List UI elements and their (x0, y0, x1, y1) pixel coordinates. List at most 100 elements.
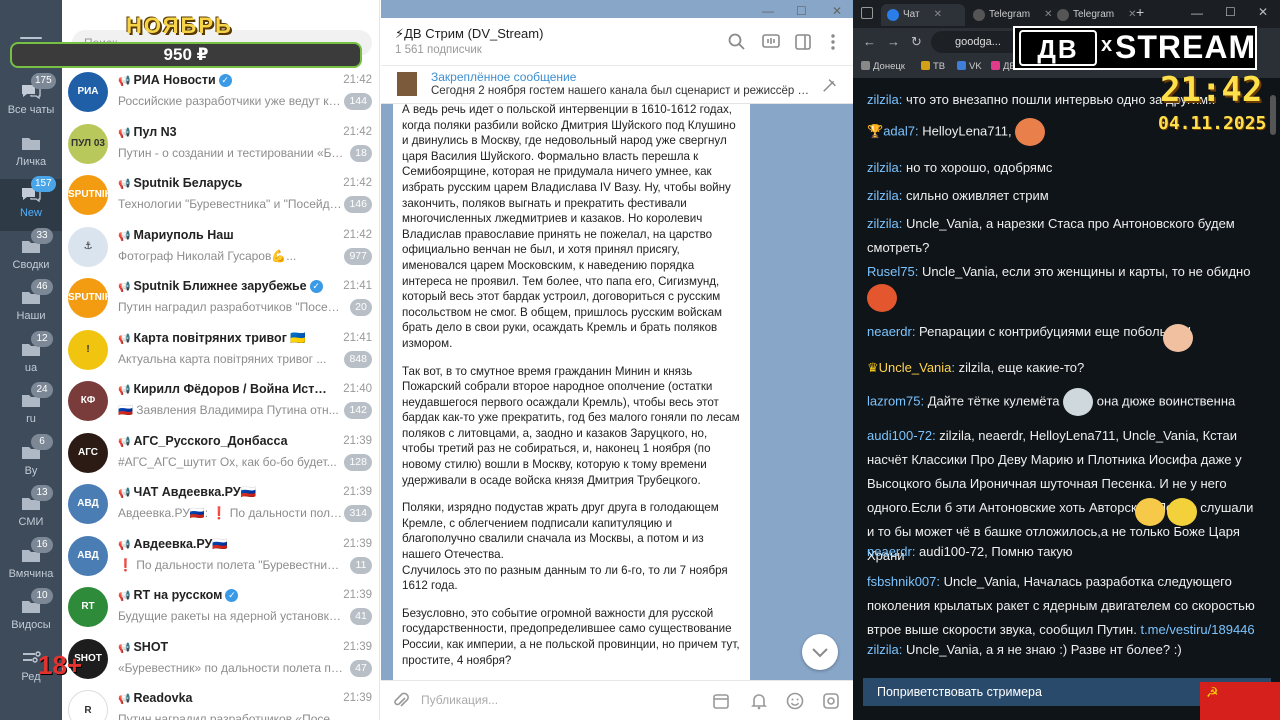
chat-name: 📢 RT на русском ✓ (118, 588, 328, 602)
chat-name: 📢Кирилл Фёдоров / Война История О... (118, 382, 328, 396)
chat-name: 📢 Readovka (118, 691, 193, 705)
overlay-clock: 21:42 (1160, 70, 1263, 110)
bookmark-item[interactable]: ТВ (921, 61, 945, 72)
pinned-text: Сегодня 2 ноября гостем нашего канала бы… (431, 85, 811, 97)
folder-10[interactable]: 16 Вмячина (0, 536, 62, 592)
channel-view: ⚡ДВ Стрим (DV_Stream) 1 561 подписчик За… (381, 0, 853, 720)
chat-list-item[interactable]: SPUTNIK 📢 Sputnik Беларусь 21:42 Технологии … (62, 170, 380, 221)
chat-text: она дюже воинственна (1096, 393, 1236, 409)
chat-list-item[interactable]: ⚓ 📢 Мариуполь Наш 21:42 Фотограф Николай Гус… (62, 222, 380, 273)
folder-1[interactable]: 175 Все чаты (0, 73, 62, 128)
folder-5[interactable]: 46 Наши (0, 279, 62, 334)
chat-text: сильно оживляет стрим (906, 188, 1049, 203)
emoji-icon[interactable] (785, 691, 805, 711)
post-paragraph: Поляки, изрядно подустав жрать друг друг… (402, 501, 728, 593)
chat-username[interactable]: zilzila (867, 642, 899, 657)
chat-username[interactable]: neaerdr (867, 544, 912, 559)
chat-time: 21:39 (343, 537, 372, 550)
chat-time: 21:42 (343, 177, 372, 189)
chat-username[interactable]: Rusel75 (867, 264, 915, 279)
reload-icon[interactable]: ↻ (911, 34, 922, 50)
sidebar-toggle-icon[interactable] (793, 32, 813, 52)
folder-6[interactable]: 12 ua (0, 330, 62, 386)
bookmark-item[interactable]: VK (957, 61, 982, 72)
chat-list-item[interactable]: R 📢 Readovka 21:39 Путин наградил разработчи… (62, 685, 380, 720)
chat-list-item[interactable]: SHOT 📢 SHOT 21:39 «Буревестник» по дальности… (62, 634, 380, 685)
chat-list-item[interactable]: АВД 📢 ЧАТ Авдеевка.РУ🇷🇺 21:39 Авдеевка.РУ🇷🇺:… (62, 479, 380, 530)
folder-3[interactable]: 157 New (0, 176, 62, 231)
back-icon[interactable]: ← (863, 34, 876, 49)
pinned-message-bar[interactable]: Закреплённое сообщение Сегодня 2 ноября … (381, 66, 853, 104)
megaphone-icon: 📢 (118, 436, 131, 448)
maximize-icon[interactable]: ☐ (796, 4, 807, 18)
scroll-down-button[interactable] (802, 634, 838, 670)
camera-icon[interactable] (821, 691, 841, 711)
chat-username[interactable]: adal7 (883, 123, 915, 138)
chat-list-item[interactable]: RT 📢 RT на русском ✓ 21:39 Будущие ракеты на … (62, 582, 380, 633)
emote-icon (1063, 388, 1094, 416)
close-icon[interactable]: ✕ (832, 4, 842, 18)
chat-list-item[interactable]: ! 📢 Карта повітряних тривог 🇺🇦 21:41 Актуаль… (62, 325, 380, 376)
folder-9[interactable]: 13 СМИ (0, 485, 62, 540)
chat-username[interactable]: zilzila (867, 160, 899, 175)
folder-7[interactable]: 24 ru (0, 382, 62, 437)
folder-unread-badge: 33 (31, 227, 53, 244)
chat-scrollbar[interactable] (1269, 95, 1277, 655)
stream-chat-message: neaerdr: Репарации с контрибуциями еще п… (867, 324, 1192, 339)
chat-text: audi100-72, Помню такую (919, 544, 1073, 559)
chat-username[interactable]: zilzila (867, 92, 899, 107)
stream-chat-message: ♛Uncle_Vania: zilzila, еще какие-то? (867, 360, 1085, 375)
new-tab-icon[interactable]: + (1136, 4, 1144, 20)
attach-icon[interactable] (391, 691, 411, 711)
chat-list-item[interactable]: АВД 📢 Авдеевка.РУ🇷🇺 21:39 ❗ По дальности пол… (62, 531, 380, 582)
live-stream-icon[interactable] (761, 32, 781, 52)
chat-list-item[interactable]: АГС 📢 АГС_Русского_Донбасса 21:39 #АГС_АГС_ш… (62, 428, 380, 479)
chat-time: 21:42 (343, 228, 372, 241)
maximize-icon[interactable]: ☐ (1225, 5, 1236, 19)
bookmark-item[interactable]: Донецк (861, 61, 905, 72)
chat-username[interactable]: fsbshnik007 (867, 574, 936, 589)
tab-chat[interactable]: Чат ✕ (881, 4, 965, 26)
forward-icon[interactable]: → (887, 34, 900, 49)
chat-username[interactable]: zilzila (867, 216, 899, 231)
stream-chat-message: zilzila: Uncle_Vania, а я не знаю :) Раз… (867, 642, 1182, 657)
channel-header[interactable]: ⚡ДВ Стрим (DV_Stream) 1 561 подписчик (381, 18, 853, 66)
tab-telegram[interactable]: Telegram ✕ (967, 4, 1053, 26)
chat-preview: Путин наградил разработчиков «Посей... (118, 712, 344, 720)
more-options-icon[interactable] (823, 32, 843, 52)
chat-name: 📢 Sputnik Ближнее зарубежье ✓ (118, 279, 328, 293)
chat-list-item[interactable]: ПУЛ 03 📢 Пул N3 21:42 Путин - о создании и т… (62, 119, 380, 170)
chat-name: 📢 Sputnik Беларусь (118, 176, 243, 190)
pin-list-icon[interactable] (821, 76, 839, 94)
folder-4[interactable]: 33 Сводки (0, 227, 62, 283)
folder-8[interactable]: 6 Ву (0, 433, 62, 489)
schedule-icon[interactable] (711, 691, 731, 711)
chat-username[interactable]: zilzila (867, 188, 899, 203)
minimize-icon[interactable]: — (1191, 6, 1203, 20)
close-icon[interactable]: ✕ (1258, 5, 1268, 19)
chat-username[interactable]: audi100-72 (867, 428, 932, 443)
verified-icon: ✓ (309, 280, 323, 293)
chat-name: 📢 Пул N3 (118, 124, 177, 139)
folder-unread-badge: 24 (31, 382, 53, 398)
notification-bell-icon[interactable] (749, 691, 769, 711)
minimize-icon[interactable]: — (762, 4, 774, 18)
folder-label: Вмячина (8, 567, 54, 580)
chat-list-item[interactable]: SPUTNIK LIVE 📢Sputnik Ближнее зарубежье✓ 2… (62, 273, 380, 324)
tab-telegram[interactable]: Telegram ✕ (1051, 4, 1137, 26)
globe-icon (973, 9, 985, 21)
chat-list-item[interactable]: РИА 📢 РИА Новости ✓ 21:42 Российские разработ… (62, 67, 380, 118)
folder-2[interactable]: Личка (0, 128, 62, 180)
folder-11[interactable]: 10 Видосы (0, 588, 62, 643)
chat-list-item[interactable]: КФ 📢Кирилл Фёдоров / Война История О... 21… (62, 376, 380, 427)
stream-chat-message: zilzila: но то хорошо, одобрямс (867, 160, 1053, 175)
chat-username[interactable]: neaerdr (867, 324, 912, 339)
tab-menu-icon[interactable] (861, 7, 873, 19)
chat-avatar: ! (68, 329, 108, 370)
compose-input[interactable]: Публикация... (421, 693, 498, 707)
unread-badge: 144 (344, 93, 372, 110)
chat-link[interactable]: t.me/vestiru/189446 (1140, 622, 1254, 637)
chat-username[interactable]: lazrom75 (867, 393, 920, 408)
chat-username[interactable]: Uncle_Vania (879, 360, 952, 375)
search-icon[interactable] (727, 32, 747, 52)
